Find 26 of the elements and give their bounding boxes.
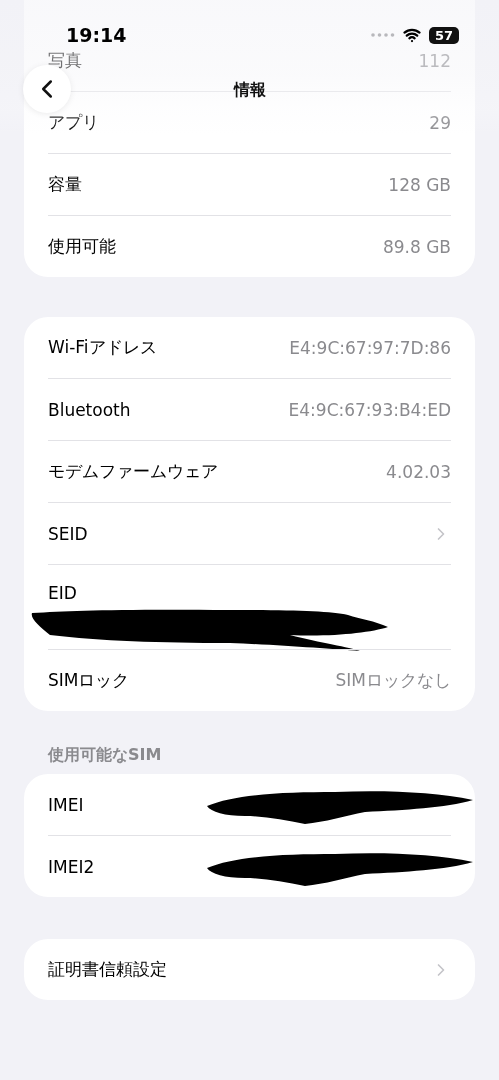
wifi-icon [402, 26, 421, 44]
settings-row[interactable]: SEID [48, 503, 451, 564]
signal-icon [370, 33, 395, 37]
status-time: 19:14 [66, 24, 127, 46]
settings-row[interactable]: 証明書信頼設定 [48, 939, 451, 1000]
row-value: 89.8 GB [382, 236, 451, 257]
row-value: E4:9C:67:97:7D:86 [289, 337, 451, 358]
row-label: SIMロック [48, 669, 130, 692]
nav-title: 情報 [233, 79, 266, 101]
row-label: IMEI2 [48, 856, 95, 877]
row-label: EID [48, 583, 77, 603]
row-label: モデムファームウェア [48, 460, 218, 483]
row-value: SIMロックなし [335, 669, 451, 692]
row-value: 4.02.03 [386, 461, 451, 482]
row-label: Wi-Fiアドレス [48, 336, 157, 359]
section-header: 使用可能なSIM [48, 745, 163, 766]
row-value: 128 GB [388, 174, 451, 195]
row-label: 写真 [48, 49, 82, 72]
row-label: IMEI [48, 794, 84, 815]
row-label: Bluetooth [48, 399, 131, 420]
row-label: 使用可能 [48, 235, 116, 258]
row-label: アプリ [48, 111, 99, 134]
row-label: 容量 [48, 173, 82, 196]
row-value: E4:9C:67:93:B4:ED [288, 399, 451, 420]
row-value: 112 [418, 50, 451, 71]
row-value: 29 [429, 112, 451, 133]
